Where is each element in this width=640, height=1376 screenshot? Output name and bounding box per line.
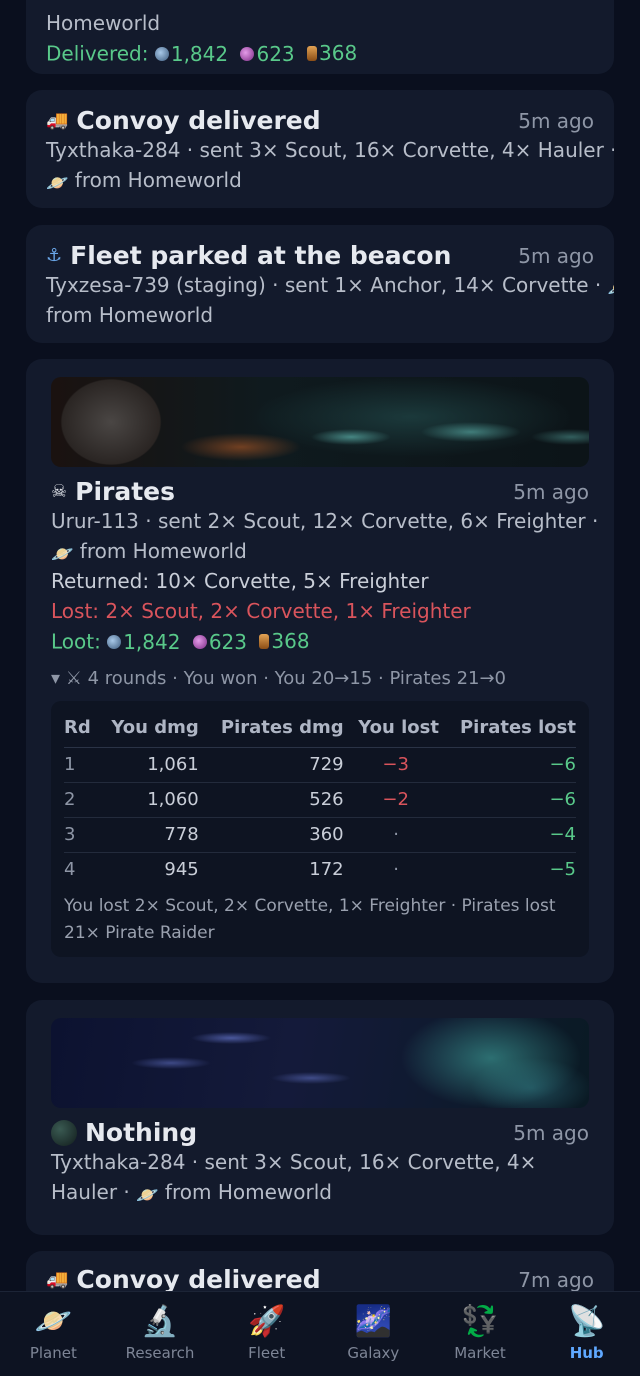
event-time: 5m ago [513, 479, 589, 504]
anchor-icon: ⚓ [46, 244, 63, 266]
dark-planet-icon [51, 1119, 77, 1146]
delivered-resources: Delivered: 1,842 623 368 [46, 41, 358, 66]
col-you-lost: You lost [343, 712, 439, 748]
crystal-icon [192, 634, 207, 649]
event-card-fleet-parked[interactable]: ⚓ Fleet parked at the beacon 5m ago Tyxze… [26, 225, 614, 343]
col-pirates-lost: Pirates lost [438, 712, 576, 748]
col-pirates-dmg: Pirates dmg [198, 712, 344, 748]
rocket-icon: 🚀 [248, 1304, 286, 1339]
nav-item-planet[interactable]: 🪐 Planet [0, 1292, 107, 1376]
fuel-icon [259, 633, 270, 649]
event-title: Convoy delivered [76, 106, 321, 135]
event-origin: 🪐 from Homeworld [51, 539, 247, 565]
bottom-nav: 🪐 Planet 🔬 Research 🚀 Fleet 🌌 Galaxy 💱 M… [0, 1291, 640, 1376]
lost-ships: Lost: 2× Scout, 2× Corvette, 1× Freighte… [51, 599, 471, 623]
event-time: 5m ago [518, 243, 594, 268]
skull-crossbones-icon: ☠ [51, 480, 68, 502]
event-title: Fleet parked at the beacon [70, 241, 452, 270]
event-card-nothing[interactable]: Nothing 5m ago Tyxthaka-284 · sent 3× Sc… [26, 1000, 614, 1235]
fleet-banner-image [51, 1018, 589, 1108]
event-title: Convoy delivered [76, 1265, 321, 1294]
crystal-icon [240, 46, 255, 61]
truck-icon: 🚚 [46, 109, 69, 131]
event-card-pirates[interactable]: ☠ Pirates 5m ago Urur-113 · sent 2× Scout… [26, 359, 614, 983]
event-title: Pirates [75, 477, 176, 506]
planet-icon: 🪐 [34, 1304, 73, 1339]
metal-icon [154, 46, 169, 61]
event-origin: Hauler · 🪐 from Homeworld [51, 1180, 332, 1206]
planet-icon: 🪐 [46, 173, 69, 194]
event-details: Tyxzesa-739 (staging) · sent 1× Anchor, … [46, 270, 614, 300]
event-details: Tyxthaka-284 · sent 3× Scout, 16× Corvet… [51, 1150, 537, 1174]
planet-icon: 🪐 [608, 280, 614, 298]
table-row: 4 945 172 · −5 [64, 859, 576, 881]
event-origin: from Homeworld [46, 303, 214, 327]
nav-item-research[interactable]: 🔬 Research [107, 1292, 214, 1376]
table-header-row: Rd You dmg Pirates dmg You lost Pirates … [64, 712, 576, 748]
table-row: 3 778 360 · −4 [64, 817, 576, 853]
nav-item-market[interactable]: 💱 Market [427, 1292, 534, 1376]
metal-icon [107, 634, 122, 649]
loot-resources: Loot: 1,842 623 368 [51, 629, 310, 654]
table-row: 2 1,060 526 −2 −6 [64, 782, 576, 818]
microscope-icon: 🔬 [141, 1304, 179, 1339]
battle-banner-image [51, 377, 589, 467]
battle-rounds-toggle[interactable]: ▾ ⚔ 4 rounds · You won · You 20→15 · Pir… [51, 665, 589, 693]
galaxy-icon: 🌌 [354, 1304, 393, 1339]
nav-item-hub[interactable]: 📡 Hub [533, 1292, 640, 1376]
nav-item-galaxy[interactable]: 🌌 Galaxy [320, 1292, 427, 1376]
event-card-convoy[interactable]: 🚚 Convoy delivered 5m ago Tyxthaka-284 · … [26, 90, 614, 208]
event-title: Nothing [85, 1118, 198, 1147]
event-time: 5m ago [518, 108, 594, 133]
fuel-icon [307, 45, 318, 61]
event-origin: 🪐 from Homeworld [46, 168, 242, 194]
battle-report-table: Rd You dmg Pirates dmg You lost Pirates … [51, 700, 589, 957]
event-time: 7m ago [518, 1267, 594, 1292]
col-round: Rd [64, 712, 96, 748]
event-details: Urur-113 · sent 2× Scout, 12× Corvette, … [51, 509, 599, 533]
satellite-dish-icon: 📡 [568, 1304, 606, 1339]
nav-item-fleet[interactable]: 🚀 Fleet [213, 1292, 320, 1376]
currency-exchange-icon: 💱 [461, 1304, 499, 1339]
planet-icon: 🪐 [51, 544, 74, 565]
event-time: 5m ago [513, 1120, 589, 1145]
event-details: Tyxthaka-284 · sent 3× Scout, 16× Corvet… [46, 138, 614, 162]
planet-icon: 🪐 [136, 1185, 159, 1206]
battle-summary: You lost 2× Scout, 2× Corvette, 1× Freig… [64, 896, 556, 943]
event-card-delivered[interactable]: Homeworld Delivered: 1,842 623 368 [26, 0, 614, 74]
returned-ships: Returned: 10× Corvette, 5× Freighter [51, 569, 429, 593]
truck-icon: 🚚 [46, 1268, 69, 1290]
table-row: 1 1,061 729 −3 −6 [64, 747, 576, 783]
col-you-dmg: You dmg [95, 712, 199, 748]
event-origin: Homeworld [46, 11, 161, 35]
